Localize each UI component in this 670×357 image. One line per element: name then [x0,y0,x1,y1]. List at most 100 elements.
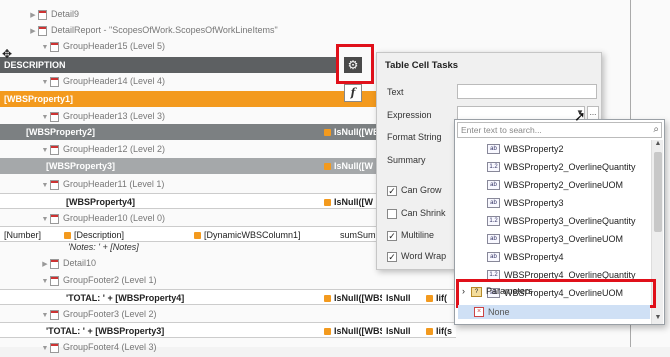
band-label: GroupHeader14 (Level 4) [63,76,166,86]
field-label: WBSProperty3 [504,198,564,208]
band-label: GroupHeader11 (Level 1) [63,179,165,189]
band-label: GroupHeader12 (Level 2) [63,144,166,154]
wbsproperty4-cell[interactable]: [WBSProperty4] [0,193,320,209]
band-label: GroupFooter3 (Level 2) [63,309,157,319]
total3-isnull2-cell[interactable]: IsNull [382,322,422,338]
binding-icon [324,199,331,207]
band-label: Detail10 [63,258,97,268]
parameters-icon: ? [471,286,482,297]
binding-icon [426,295,433,303]
total-wbs3-cell[interactable]: 'TOTAL: ' + [WBSProperty3] [0,322,320,338]
cell-text: IsNull [386,293,411,303]
band-detail10[interactable]: ▶ Detail10 [40,255,96,271]
scroll-down-icon[interactable]: ▼ [652,314,664,324]
isnull-wbs4-cell[interactable]: IsNull([W [320,193,376,209]
collapse-arrow-icon[interactable]: ▼ [40,274,50,290]
band-groupfooter3[interactable]: ▼ GroupFooter3 (Level 2) [40,306,157,322]
search-input[interactable]: Enter text to search... ⌕ [457,122,662,138]
band-icon [50,275,59,286]
band-icon [38,9,47,20]
isnull-wbs3-cell[interactable]: IsNull([W [320,158,376,174]
parameters-label: Parameters [486,286,533,296]
field-list-item[interactable]: ab WBSProperty3_OverlineUOM [455,230,651,248]
band-groupheader14[interactable]: ▼ GroupHeader14 (Level 4) [40,73,165,89]
total3-isnull-cell[interactable]: IsNull([WBS [320,322,382,338]
band-groupfooter4[interactable]: ▼ GroupFooter4 (Level 3) [40,339,157,355]
dynamic-column-cell[interactable]: [DynamicWBSColumn1] [190,226,336,242]
wbsproperty1-cell[interactable]: [WBSProperty1] [0,91,376,107]
checkmark-icon: ✓ [387,185,397,196]
band-icon [50,179,59,190]
collapse-arrow-icon[interactable]: ▼ [40,143,50,159]
band-groupheader13[interactable]: ▼ GroupHeader13 (Level 3) [40,108,165,124]
collapse-arrow-icon[interactable]: ▼ [40,75,50,91]
band-icon [50,342,59,353]
multiline-checkbox[interactable]: ✓ Multiline [387,230,434,241]
expand-arrow-icon[interactable]: ▶ [40,257,50,273]
isnull-wbs2-cell[interactable]: IsNull([WB [320,124,376,140]
field-label: WBSProperty2 [504,144,564,154]
search-placeholder: Enter text to search... [461,125,542,135]
description-cell[interactable]: DESCRIPTION [0,57,336,73]
total4-isnull2-cell[interactable]: IsNull [382,289,422,305]
collapse-arrow-icon[interactable]: ▼ [40,341,50,357]
gear-icon[interactable]: ⚙ [344,57,362,73]
band-groupheader10[interactable]: ▼ GroupHeader10 (Level 0) [40,210,165,226]
scroll-thumb[interactable] [654,152,662,232]
band-groupheader12[interactable]: ▼ GroupHeader12 (Level 2) [40,141,165,157]
field-type-icon: ab [487,234,500,244]
text-input[interactable] [457,84,597,99]
function-icon[interactable]: f [344,84,362,102]
none-item[interactable]: × None [458,305,650,319]
band-groupfooter2[interactable]: ▼ GroupFooter2 (Level 1) [40,272,157,288]
field-list-item[interactable]: ab WBSProperty4 [455,248,651,266]
band-label: GroupFooter4 (Level 3) [63,342,157,352]
number-cell[interactable]: [Number] [0,226,60,242]
word-wrap-checkbox[interactable]: ✓ Word Wrap [387,251,446,262]
text-label: Text [387,87,404,97]
move-handle-icon[interactable]: ✥ [2,48,14,60]
band-label: GroupHeader15 (Level 5) [63,41,166,51]
checkbox-label: Multiline [401,230,435,240]
mouse-cursor-icon: ➚ [574,108,586,124]
band-groupheader15[interactable]: ▼ GroupHeader15 (Level 5) [40,38,165,54]
sumsum-cell[interactable]: sumSum [336,226,376,242]
field-list-item[interactable]: ab WBSProperty3 [455,194,651,212]
wbsproperty3-cell[interactable]: [WBSProperty3] [0,158,320,174]
field-list-item[interactable]: ab WBSProperty2_OverlineUOM [455,176,651,194]
parameters-node[interactable]: ›? Parameters [462,286,533,297]
expand-arrow-icon[interactable]: › [462,286,465,296]
field-list-item[interactable]: 1.2 WBSProperty2_OverlineQuantity [455,158,651,176]
cell-text: Iif( [436,293,447,303]
field-list-item[interactable]: ab WBSProperty2 [455,140,651,158]
expression-editor-button[interactable]: ... [587,106,599,120]
binding-icon [426,328,433,336]
scroll-up-icon[interactable]: ▲ [652,140,664,150]
collapse-arrow-icon[interactable]: ▼ [40,178,50,194]
cell-text: [DynamicWBSColumn1] [204,230,301,240]
checkmark-icon: ✓ [387,230,397,241]
can-shrink-checkbox[interactable]: Can Shrink [387,208,446,219]
panel-title: Table Cell Tasks [385,60,459,71]
collapse-arrow-icon[interactable]: ▼ [40,40,50,56]
total3-iif-cell[interactable]: Iif(s [422,322,456,338]
format-string-label: Format String [387,132,442,142]
band-icon [50,309,59,320]
band-label: Detail9 [51,9,80,19]
wbsproperty2-cell[interactable]: [WBSProperty2] [0,124,320,140]
expand-arrow-icon[interactable]: ▶ [28,24,38,40]
total4-isnull-cell[interactable]: IsNull([WBS [320,289,382,305]
band-detail9[interactable]: ▶ Detail9 [28,6,79,22]
cell-text: IsNull([WBS [334,326,382,336]
field-list-item[interactable]: 1.2 WBSProperty3_OverlineQuantity [455,212,651,230]
notes-cell[interactable]: 'Notes: ' + [Notes] [64,239,204,255]
checkmark-icon: ✓ [387,251,397,262]
total4-iif-cell[interactable]: Iif( [422,289,456,305]
can-grow-checkbox[interactable]: ✓ Can Grow [387,185,442,196]
band-detail-report[interactable]: ▶ DetailReport - "ScopesOfWork.ScopesOfWo… [28,22,278,38]
summary-label: Summary [387,155,426,165]
band-icon [50,76,59,87]
total-wbs4-cell[interactable]: 'TOTAL: ' + [WBSProperty4] [0,289,320,305]
band-groupheader11[interactable]: ▼ GroupHeader11 (Level 1) [40,176,164,192]
field-type-icon: ab [487,198,500,208]
